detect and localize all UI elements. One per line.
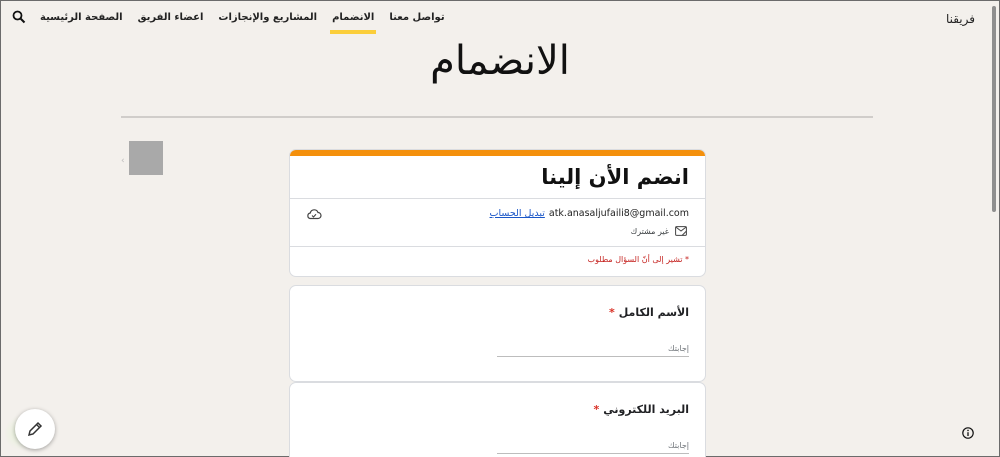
question-card-full-name: الأسم الكامل* [289, 285, 706, 382]
question-label: البريد اللكتروني* [593, 403, 689, 416]
form-title: انضم الأن إلينا [541, 165, 689, 189]
search-icon[interactable] [12, 10, 26, 24]
divider [290, 198, 705, 199]
question-label: الأسم الكامل* [609, 306, 689, 319]
cloud-saved-icon[interactable] [306, 208, 322, 220]
required-star: * [593, 403, 600, 416]
switch-account-link[interactable]: تبديل الحساب [490, 208, 545, 219]
divider [290, 246, 705, 247]
title-divider [121, 116, 873, 118]
account-email: atk.anasaljufaili8@gmail.com [548, 208, 689, 219]
question-text: البريد اللكتروني [603, 403, 689, 416]
nav-item-projects[interactable]: المشاريع والإنجازات [218, 12, 317, 23]
question-text: الأسم الكامل [618, 306, 689, 319]
share-status: غير مشترك [631, 226, 687, 236]
side-marker: ‹ [121, 156, 125, 166]
account-line: atk.anasaljufaili8@gmail.com تبديل الحسا… [490, 208, 689, 219]
nav-item-contact[interactable]: تواصل معنا [389, 12, 444, 23]
not-shared-label: غير مشترك [630, 226, 669, 236]
not-shared-icon [675, 226, 687, 236]
full-name-input[interactable] [497, 341, 689, 357]
form-header-card: انضم الأن إلينا atk.anasaljufaili8@gmail… [289, 149, 706, 277]
scrollbar[interactable] [992, 6, 996, 212]
page-title: الانضمام [430, 38, 570, 84]
main-nav: الصفحة الرئيسية اعضاء الفريق المشاريع وا… [40, 12, 445, 34]
email-input[interactable] [497, 438, 689, 454]
edit-fab-button[interactable] [15, 409, 55, 449]
nav-item-home[interactable]: الصفحة الرئيسية [40, 12, 123, 23]
pencil-icon [27, 421, 43, 437]
info-icon[interactable] [962, 427, 974, 439]
side-image-placeholder [129, 141, 163, 175]
nav-item-team[interactable]: اعضاء الفريق [138, 12, 204, 23]
nav-item-join[interactable]: الانضمام [330, 12, 377, 34]
required-star: * [608, 306, 615, 319]
required-note: * تشير إلى أنّ السؤال مطلوب [587, 255, 689, 264]
site-brand[interactable]: فريقنا [946, 12, 975, 26]
form-accent-stripe [290, 150, 705, 156]
question-card-email: البريد اللكتروني* [289, 382, 706, 457]
